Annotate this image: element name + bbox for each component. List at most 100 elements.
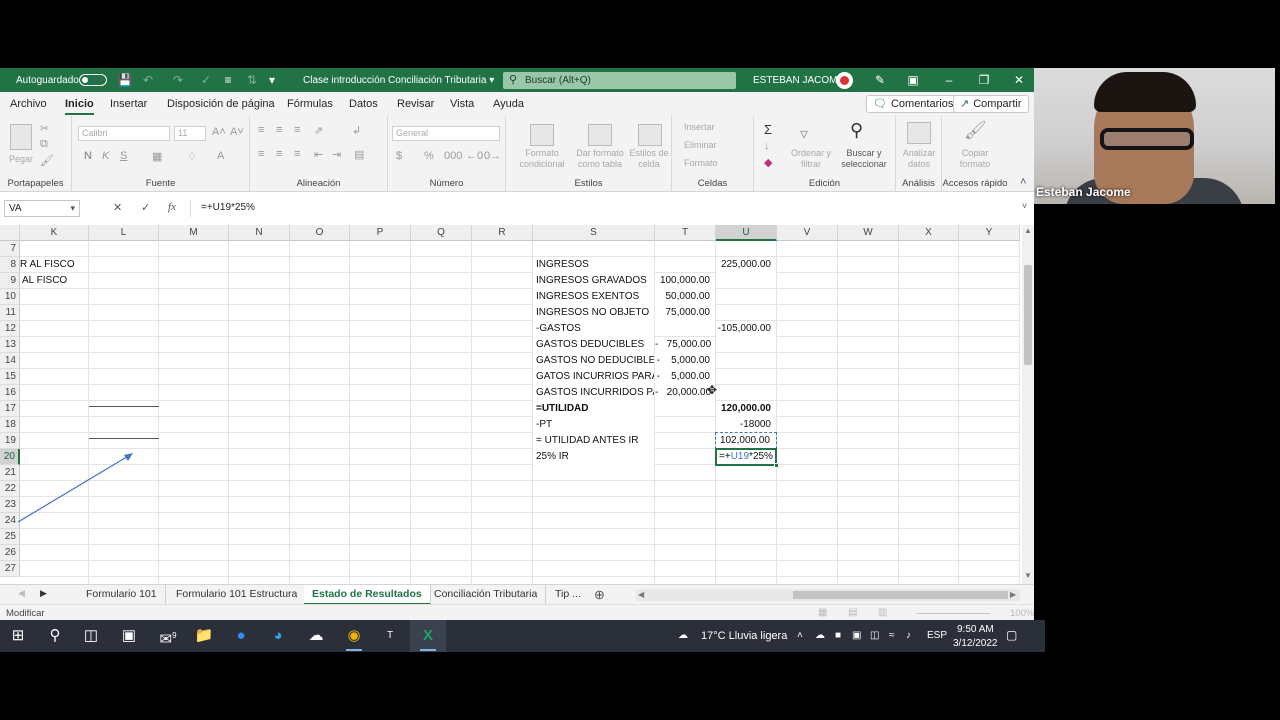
menu-archivo[interactable]: Archivo — [10, 98, 47, 110]
sort-filter-label[interactable]: Ordenar y filtrar — [784, 148, 838, 170]
decrease-font-icon[interactable]: A˅ — [230, 126, 244, 138]
volume-icon[interactable]: ♪ — [906, 630, 911, 641]
merge-icon[interactable]: ▤ — [354, 148, 364, 161]
cell-S20[interactable]: 25% IR — [533, 449, 654, 465]
cell-S14[interactable]: GASTOS NO DEDUCIBLES — [533, 353, 654, 369]
row-header-15[interactable]: 15 — [0, 369, 20, 385]
find-select-label[interactable]: Buscar y seleccionar — [836, 148, 892, 170]
increase-font-icon[interactable]: A˄ — [212, 126, 226, 138]
zoom-slider[interactable] — [916, 613, 990, 614]
arrow-shape[interactable] — [18, 450, 136, 524]
name-box[interactable]: VA — [4, 200, 80, 217]
format-cells-button[interactable]: Formato — [684, 158, 718, 169]
underline-icon[interactable]: S — [120, 150, 127, 162]
excel-icon[interactable]: X — [410, 620, 446, 652]
column-header-W[interactable]: W — [838, 225, 899, 241]
wrap-text-icon[interactable]: ↲ — [352, 124, 361, 137]
bold-icon[interactable]: N — [84, 150, 92, 162]
fill-handle[interactable] — [774, 463, 779, 468]
worksheet-grid[interactable]: KLMNOPQRSTUVWXY 7 8 9 10 11 12 13 14 15 16 17 18 19 2… — [0, 225, 1020, 584]
cell-S8[interactable]: INGRESOS — [533, 257, 654, 273]
column-header-U[interactable]: U — [716, 225, 777, 241]
currency-icon[interactable]: $ — [396, 150, 402, 162]
next-sheet-icon[interactable]: ▶ — [40, 588, 47, 599]
share-button[interactable]: ↗ Compartir — [953, 95, 1029, 113]
weather-icon[interactable]: ☁ — [678, 630, 688, 641]
column-header-X[interactable]: X — [899, 225, 959, 241]
cell-S11[interactable]: INGRESOS NO OBJETO — [533, 305, 654, 321]
ribbon-display-icon[interactable]: ▣ — [905, 72, 921, 88]
clear-icon[interactable]: ◆ — [764, 156, 772, 169]
row-header-10[interactable]: 10 — [0, 289, 20, 305]
prev-sheet-icon[interactable]: ◀ — [18, 588, 25, 599]
task-view-icon[interactable]: ◫ — [73, 620, 109, 652]
column-header-L[interactable]: L — [89, 225, 159, 241]
row-header-25[interactable]: 25 — [0, 529, 20, 545]
clock-date[interactable]: 3/12/2022 — [953, 638, 998, 649]
cell-S12[interactable]: -GASTOS — [533, 321, 654, 337]
font-name-box[interactable]: Calibri — [78, 126, 170, 141]
align-left-icon[interactable]: ≡ — [258, 148, 264, 160]
column-header-Y[interactable]: Y — [959, 225, 1020, 241]
undo-icon[interactable]: ↶ — [140, 72, 156, 88]
align-top-icon[interactable]: ≡ — [258, 124, 264, 136]
format-painter-quick-icon[interactable]: ✓ — [198, 72, 214, 88]
align-right-icon[interactable]: ≡ — [294, 148, 300, 160]
cell-K8[interactable]: R AL FISCO — [17, 257, 75, 273]
insert-function-icon[interactable]: fx — [168, 201, 176, 213]
add-sheet-icon[interactable]: ⊕ — [594, 587, 605, 603]
insert-cells-button[interactable]: Insertar — [684, 122, 715, 133]
sort-icon[interactable]: ⇅ — [244, 72, 260, 88]
cell-S13[interactable]: GASTOS DEDUCIBLES — [533, 337, 654, 353]
app-icon[interactable]: ▣ — [111, 620, 147, 652]
tab-conciliacion-tributaria[interactable]: Conciliación Tributaria — [426, 585, 547, 605]
format-table-icon[interactable] — [588, 124, 612, 146]
font-size-box[interactable]: 11 — [174, 126, 206, 141]
align-middle-icon[interactable]: ≡ — [276, 124, 282, 136]
select-all-corner[interactable] — [0, 225, 20, 241]
cell-U8[interactable]: 225,000.00 — [716, 257, 776, 273]
document-title[interactable]: Clase introducción Conciliación Tributar… — [303, 75, 494, 86]
drawn-line-shape[interactable] — [89, 406, 159, 407]
cell-S15[interactable]: GATOS INCURRIOS PARA G — [533, 369, 654, 385]
cell-S9[interactable]: INGRESOS GRAVADOS — [533, 273, 654, 289]
text-app-icon[interactable]: T — [372, 620, 408, 652]
cell-K9[interactable]: AL FISCO — [19, 273, 67, 289]
user-name[interactable]: ESTEBAN JACOME — [753, 75, 844, 86]
column-header-R[interactable]: R — [472, 225, 533, 241]
increase-decimal-icon[interactable]: ←0 — [466, 150, 483, 162]
row-header-12[interactable]: 12 — [0, 321, 20, 337]
windows-start-icon[interactable]: ⊞ — [0, 620, 36, 652]
comments-button[interactable]: 🗨 Comentarios — [866, 95, 961, 113]
sort-filter-icon[interactable]: ▿ — [800, 124, 808, 144]
menu-disposicion[interactable]: Disposición de página — [167, 98, 275, 110]
tray-chevron-icon[interactable]: ˄ — [797, 630, 803, 641]
decrease-decimal-icon[interactable]: 0→ — [484, 150, 501, 162]
column-header-M[interactable]: M — [159, 225, 229, 241]
pen-icon[interactable]: ✎ — [872, 72, 888, 88]
minimize-icon[interactable]: – — [941, 72, 957, 88]
row-header-13[interactable]: 13 — [0, 337, 20, 353]
italic-icon[interactable]: K — [102, 150, 109, 162]
vertical-scroll-thumb[interactable] — [1024, 265, 1032, 365]
notifications-icon[interactable]: ▢ — [1006, 628, 1017, 642]
cell-U19[interactable]: 102,000.00 — [717, 433, 775, 449]
cell-U18[interactable]: -18000 — [716, 417, 776, 433]
fill-icon[interactable]: ↓ — [764, 140, 770, 152]
search-box[interactable]: ⚲ Buscar (Alt+Q) — [503, 72, 736, 89]
row-header-23[interactable]: 23 — [0, 497, 20, 513]
language-indicator[interactable]: ESP — [927, 630, 947, 641]
tab-formulario-101-estructura[interactable]: Formulario 101 Estructura — [168, 585, 307, 605]
column-header-T[interactable]: T — [655, 225, 716, 241]
redo-icon[interactable]: ↷ — [170, 72, 186, 88]
percent-icon[interactable]: % — [424, 150, 434, 162]
tab-formulario-101[interactable]: Formulario 101 — [78, 585, 166, 605]
save-icon[interactable]: 💾 — [117, 72, 133, 88]
collapse-ribbon-icon[interactable]: ˄ — [1020, 176, 1026, 188]
cell-S17[interactable]: =UTILIDAD — [533, 401, 654, 417]
find-icon[interactable]: ⚲ — [850, 120, 863, 141]
customize-qat-icon[interactable]: ▾ — [264, 72, 280, 88]
row-header-21[interactable]: 21 — [0, 465, 20, 481]
cell-styles-icon[interactable] — [638, 124, 662, 146]
row-header-19[interactable]: 19 — [0, 433, 20, 449]
